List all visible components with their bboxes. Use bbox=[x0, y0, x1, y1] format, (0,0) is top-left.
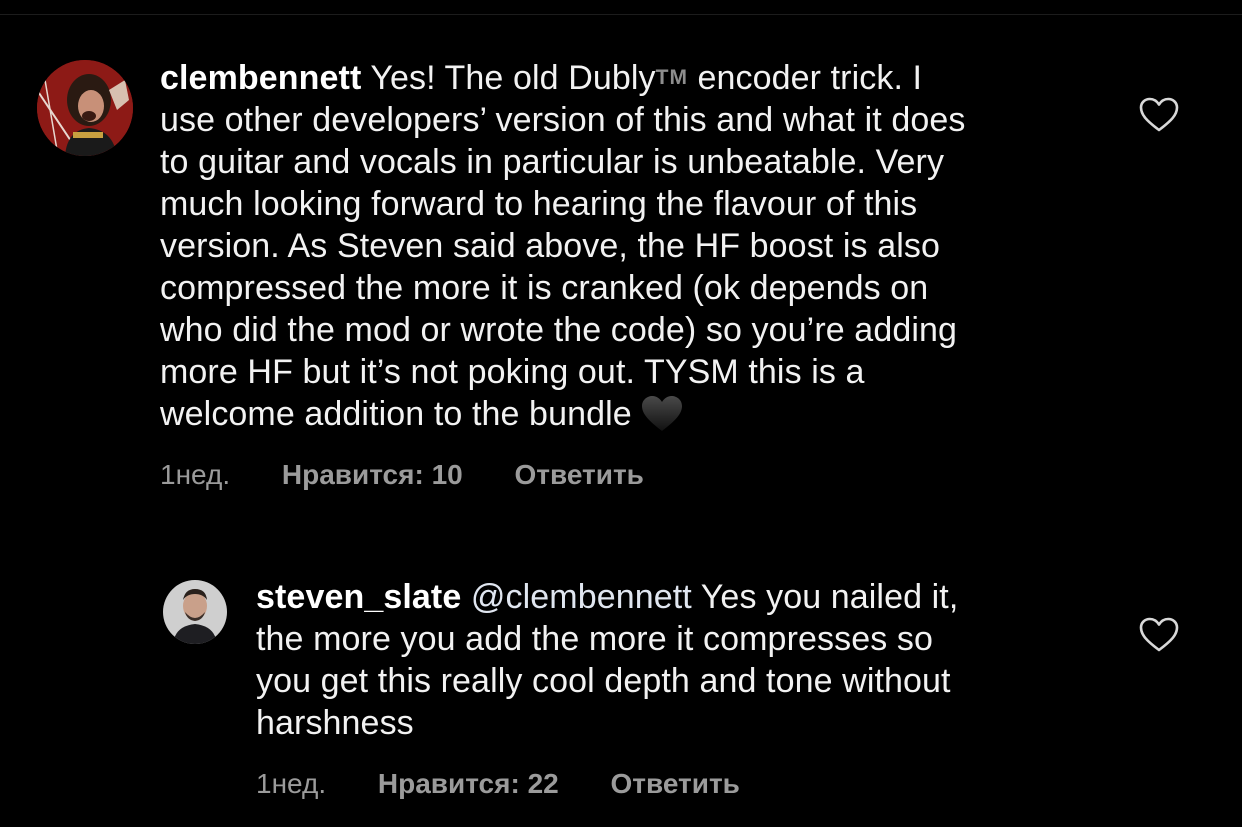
username[interactable]: steven_slate bbox=[256, 578, 461, 616]
timestamp: 1нед. bbox=[160, 459, 231, 490]
comment-line: use other developers’ version of this an… bbox=[160, 101, 966, 139]
comment-line: version. As Steven said above, the HF bo… bbox=[160, 227, 940, 265]
heart-outline-icon[interactable] bbox=[1139, 617, 1179, 653]
likes-count[interactable]: Нравится: 22 bbox=[378, 768, 559, 799]
comment-text: steven_slate @clembennett Yes you nailed… bbox=[256, 576, 1116, 744]
likes-count[interactable]: Нравится: 10 bbox=[282, 459, 463, 490]
comment-line: welcome addition to the bundle bbox=[160, 395, 632, 433]
mention-link[interactable]: @clembennett bbox=[471, 578, 692, 616]
comment-line: compressed the more it is cranked (ok de… bbox=[160, 269, 929, 307]
comment-text: clembennett Yes! The old DublyTM encoder… bbox=[160, 57, 1120, 435]
comment-steven_slate: steven_slate @clembennett Yes you nailed… bbox=[0, 560, 1242, 827]
comment-meta: 1нед. Нравится: 10 Ответить bbox=[160, 459, 644, 491]
comment-meta: 1нед. Нравится: 22 Ответить bbox=[256, 768, 740, 800]
comment-clembennett: clembennett Yes! The old DublyTM encoder… bbox=[0, 0, 1242, 520]
comment-line: the more you add the more it compresses … bbox=[256, 620, 933, 658]
comment-line: encoder trick. I bbox=[687, 59, 923, 97]
avatar[interactable] bbox=[37, 60, 133, 156]
comment-line: harshness bbox=[256, 704, 414, 742]
username[interactable]: clembennett bbox=[160, 59, 361, 97]
comment-line: much looking forward to hearing the flav… bbox=[160, 185, 918, 223]
timestamp: 1нед. bbox=[256, 768, 327, 799]
reply-button[interactable]: Ответить bbox=[611, 768, 740, 799]
black-heart-emoji-icon bbox=[641, 395, 683, 433]
comment-line: Yes you nailed it, bbox=[691, 578, 959, 616]
heart-outline-icon[interactable] bbox=[1139, 97, 1179, 133]
comment-line: who did the mod or wrote the code) so yo… bbox=[160, 311, 958, 349]
reply-button[interactable]: Ответить bbox=[515, 459, 644, 490]
avatar[interactable] bbox=[163, 580, 227, 644]
comment-line: you get this really cool depth and tone … bbox=[256, 662, 951, 700]
comment-line: to guitar and vocals in particular is un… bbox=[160, 143, 945, 181]
trademark-symbol: TM bbox=[655, 66, 688, 89]
comment-line: Yes! The old Dubly bbox=[370, 59, 656, 97]
comment-line: more HF but it’s not poking out. TYSM th… bbox=[160, 353, 865, 391]
